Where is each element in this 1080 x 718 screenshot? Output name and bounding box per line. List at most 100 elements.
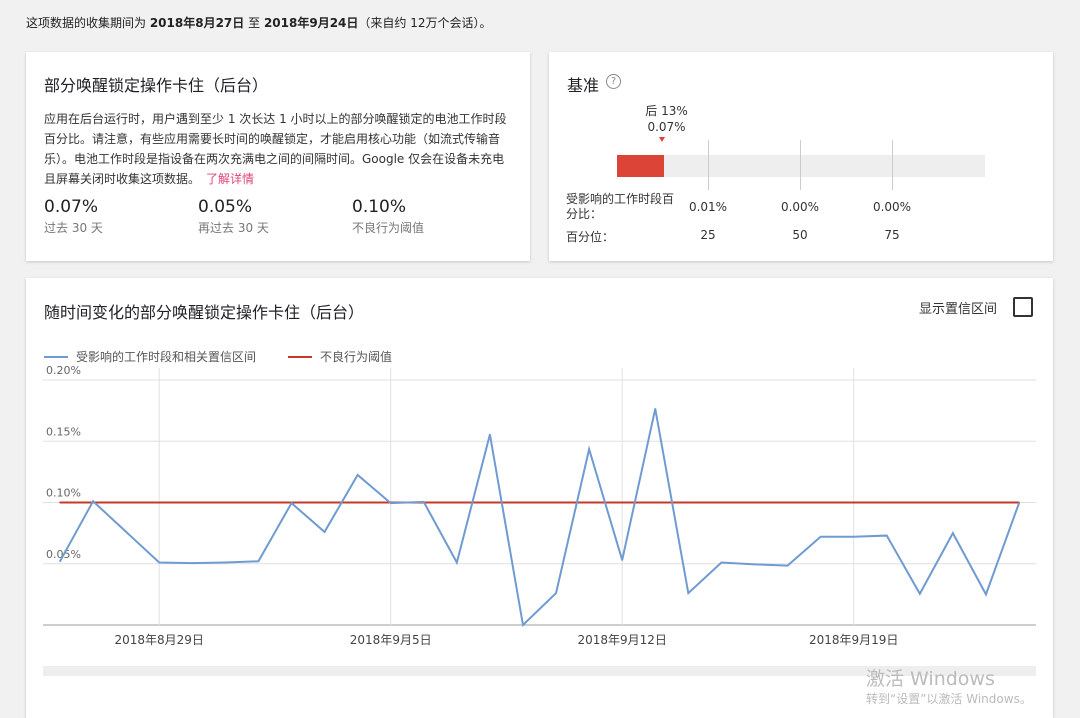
metric-previous-30-days: 0.05% 再过去 30 天 [198,197,269,236]
data-point [588,448,590,451]
data-point [687,501,690,504]
collection-period-text: 这项数据的收集期间为 2018年8月27日 至 2018年9月24日（来自约 1… [26,14,492,31]
metric-value: 0.10% [352,197,407,217]
data-point [1018,502,1020,504]
benchmark-card: 基准 ? 后 13% 0.07% 受影响的工作时段百分比： 百分位： 0.01%… [549,52,1053,261]
data-point [224,561,227,564]
data-point [422,501,425,503]
watermark-subtitle: 转到“设置”以激活 Windows。 [866,692,1032,706]
summary-description: 应用在后台运行时，用户遇到至少 1 次长达 1 小时以上的部分唤醒锁定的电池工作… [44,109,514,189]
period-start-date: 2018年8月27日 [149,16,245,30]
percentile-col-50: 50 [792,228,808,242]
percent-col-75: 0.00% [872,200,912,214]
benchmark-card-title: 基准 [567,76,600,95]
data-point [952,501,954,504]
percentile-row-label: 百分位： [566,230,615,244]
metric-label: 过去 30 天 [44,221,103,235]
data-point [919,501,921,504]
data-point [356,501,359,504]
period-mid: 至 [248,16,261,30]
data-point [819,536,822,538]
data-point [786,564,789,567]
data-point [489,433,491,436]
data-point [191,562,194,564]
data-point [720,561,723,564]
metric-value: 0.05% [198,197,253,217]
data-point [985,593,987,596]
marker-pointer-icon [659,137,665,142]
benchmark-bar-track [617,155,985,177]
percent-col-25: 0.01% [688,200,728,214]
data-point [720,501,723,504]
benchmark-bar-fill [617,155,664,177]
data-point [158,501,161,504]
x-tick-label: 2018年9月5日 [350,633,432,647]
percent-col-50: 0.00% [780,200,820,214]
percentile-tick-25 [708,140,709,190]
trend-line-chart: 0.20%0.15%0.10%0.05%2018年8月29日 2018年9月5日 2… [43,364,1036,676]
trend-card: 随时间变化的部分唤醒锁定操作卡住（后台） 显示置信区间 受影响的工作时段和相关置… [26,278,1053,718]
data-point [323,501,326,504]
data-point [356,474,359,476]
y-tick-label: 0.15% [46,425,81,438]
y-tick-label: 0.20% [46,364,81,377]
data-point [654,407,657,410]
percentile-tick-75 [892,140,893,190]
metric-label: 不良行为阈值 [352,221,425,235]
data-point [621,501,623,504]
x-tick-label: 2018年8月29日 [114,633,203,647]
data-point [819,501,822,504]
data-point [489,501,491,504]
metric-last-30-days: 0.07% 过去 30 天 [44,197,103,236]
data-point [257,501,260,504]
affected-percent-label: 受影响的工作时段百分比： [566,192,675,221]
metric-bad-behavior-threshold: 0.10% 不良行为阈值 [352,197,424,236]
data-point [753,501,756,504]
benchmark-marker-label: 后 13% [645,104,688,118]
data-point [985,501,987,504]
data-point [125,531,127,533]
data-point [456,501,458,504]
watermark-title: 激活 Windows [866,668,995,690]
learn-more-link[interactable]: 了解详情 [206,172,254,186]
data-point [191,501,194,504]
data-point [621,559,623,561]
percentile-col-25: 25 [700,228,716,242]
data-point [753,563,756,566]
data-point [522,624,524,626]
data-point [588,501,590,504]
data-point [59,501,61,504]
data-point [522,501,524,504]
x-tick-label: 2018年9月12日 [577,633,666,647]
data-point [952,532,954,534]
data-point [852,501,855,504]
data-point [92,500,94,503]
question-circle-icon[interactable]: ? [606,74,621,89]
data-point [257,560,260,563]
data-point [852,536,855,538]
data-point [885,501,888,504]
y-tick-label: 0.10% [46,487,81,500]
data-point [919,592,921,595]
data-point [786,501,789,504]
data-point [555,592,557,594]
x-tick-label: 2018年9月19日 [809,633,898,647]
metric-label: 再过去 30 天 [198,221,269,235]
metric-value: 0.07% [44,197,99,217]
data-point [885,534,888,537]
data-point [389,502,392,504]
data-point [654,501,657,504]
data-point [323,531,326,533]
summary-card-title: 部分唤醒锁定操作卡住（后台） [44,76,269,95]
percentile-tick-50 [800,140,801,190]
percentile-col-75: 75 [884,228,900,242]
period-end-date: 2018年9月24日 [263,16,359,30]
data-point [158,561,161,564]
data-point [687,592,690,594]
data-point [456,561,458,564]
data-point [224,501,227,504]
data-point [125,501,127,504]
period-prefix: 这项数据的收集期间为 [26,16,150,30]
data-point [290,502,293,504]
data-point [555,501,557,504]
